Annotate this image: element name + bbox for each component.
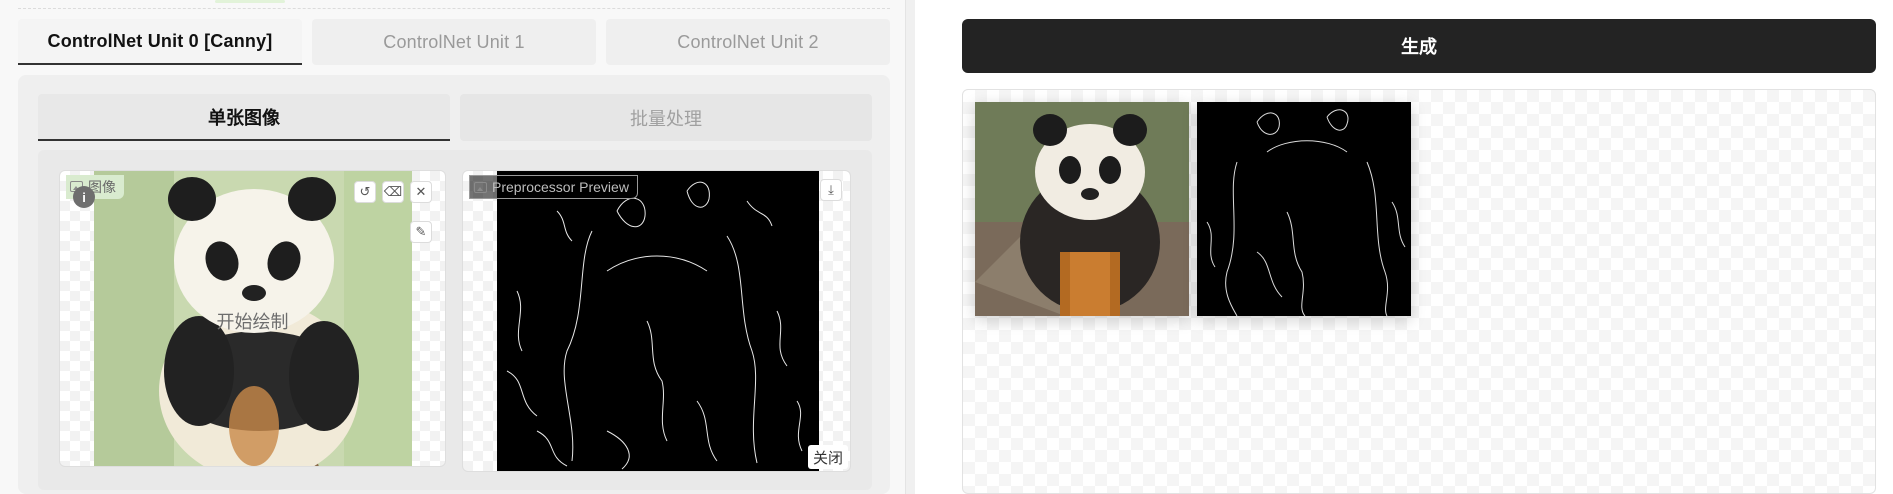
preprocessor-preview-label-text: Preprocessor Preview [492,179,629,195]
brush-icon[interactable]: ✎ [410,221,432,243]
preprocessor-preview-label: Preprocessor Preview [469,175,638,199]
input-image-canvas[interactable]: 图像 i 开始绘制 ↺ ⌫ ✕ ✎ [59,170,446,467]
progress-accent [215,0,285,3]
undo-icon[interactable]: ↺ [354,181,376,203]
close-icon[interactable]: ✕ [410,181,432,203]
eraser-icon[interactable]: ⌫ [382,181,404,203]
column-divider [905,0,915,494]
close-preview-button[interactable]: 关闭 [808,445,848,469]
download-icon[interactable]: ⤓ [820,179,842,201]
canny-edge-map [497,171,819,471]
divider [18,8,890,9]
gallery-item-canny-edge-map[interactable] [1197,102,1411,316]
controlnet-unit-tabs: ControlNet Unit 0 [Canny] ControlNet Uni… [18,19,890,65]
tab-controlnet-unit-2[interactable]: ControlNet Unit 2 [606,19,890,65]
preprocessor-preview: Preprocessor Preview ⤓ 关闭 [462,170,851,472]
image-mode-tabs: 单张图像 批量处理 [38,94,872,141]
tab-controlnet-unit-1[interactable]: ControlNet Unit 1 [312,19,596,65]
tab-batch[interactable]: 批量处理 [460,94,872,141]
output-gallery [962,89,1876,494]
tab-controlnet-unit-0[interactable]: ControlNet Unit 0 [Canny] [18,19,302,65]
tab-single-image[interactable]: 单张图像 [38,94,450,141]
generate-button[interactable]: 生成 [962,19,1876,73]
image-icon [474,182,487,193]
start-drawing-hint: 开始绘制 [216,312,289,332]
info-icon[interactable]: i [73,186,95,208]
gallery-item-panda-photo[interactable] [975,102,1189,316]
